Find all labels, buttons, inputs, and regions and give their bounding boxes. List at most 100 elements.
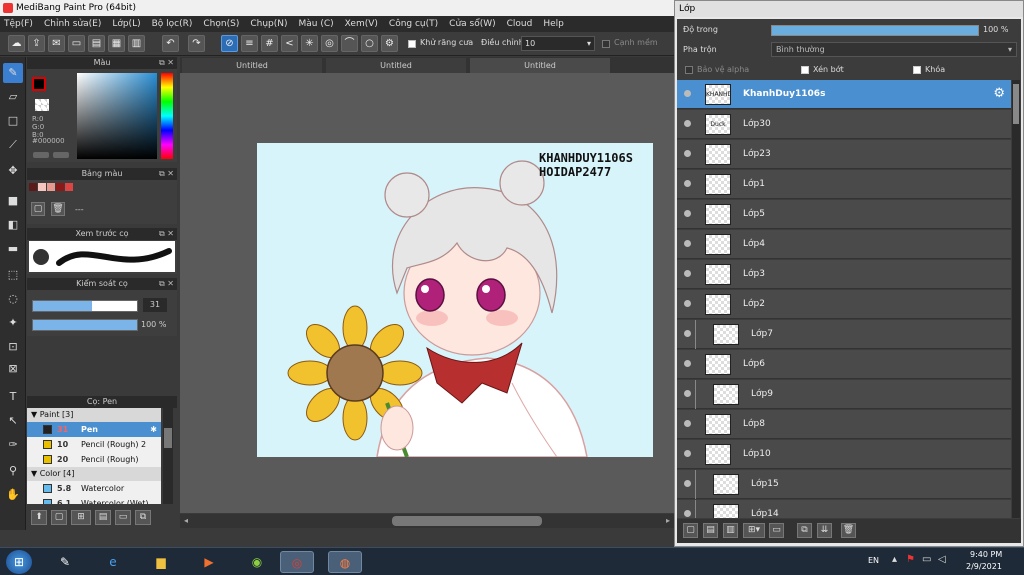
layout-icon[interactable]: ▥ xyxy=(128,35,145,52)
layer-row[interactable]: Lớp3 xyxy=(677,260,1011,289)
start-button-icon[interactable]: ⊞ xyxy=(6,550,32,574)
hue-slider[interactable] xyxy=(161,73,173,159)
operation-tool-icon[interactable]: ↖ xyxy=(3,411,23,431)
document-tab-active[interactable]: Untitled xyxy=(470,58,610,73)
layer-row[interactable]: KHANHDUY KhanhDuy1106s ⚙ xyxy=(677,80,1011,109)
undo-icon[interactable]: ↶ xyxy=(162,35,179,52)
eye-icon[interactable] xyxy=(684,270,691,277)
new-layer-icon[interactable]: ▢ xyxy=(683,523,698,538)
bucket-tool-icon[interactable]: ◧ xyxy=(3,215,23,235)
brush-list-scrollbar[interactable] xyxy=(163,408,173,504)
document-tab[interactable]: Untitled xyxy=(182,58,322,73)
vanish-snap-icon[interactable]: < xyxy=(281,35,298,52)
flag-icon[interactable]: ⚑ xyxy=(906,554,915,565)
menu-item[interactable]: Bộ lọc(R) xyxy=(152,19,193,29)
upload-icon[interactable]: ⇪ xyxy=(28,35,45,52)
brush-duplicate-icon[interactable]: ⧉ xyxy=(135,510,151,525)
pencil-app-icon[interactable]: ✎ xyxy=(48,551,82,573)
menu-item[interactable]: Tệp(F) xyxy=(4,19,33,29)
eye-icon[interactable] xyxy=(684,360,691,367)
layer-row[interactable]: Lớp15 xyxy=(677,470,1011,499)
hand-tool-icon[interactable]: ✋ xyxy=(3,485,23,505)
antialias-checkbox[interactable] xyxy=(408,40,416,48)
correction-select[interactable]: 10 ▾ xyxy=(521,36,595,51)
internet-explorer-icon[interactable]: e xyxy=(96,551,130,573)
eye-icon[interactable] xyxy=(684,390,691,397)
drawing-canvas[interactable]: KHANHDUY1106S HOIDAP2477 xyxy=(257,143,653,457)
scroll-right-icon[interactable]: ▸ xyxy=(666,516,670,525)
layer-folder-icon[interactable]: ▭ xyxy=(769,523,784,538)
brush-opacity-slider[interactable] xyxy=(32,319,138,331)
layer-row[interactable]: Lớp14 xyxy=(677,500,1011,518)
brush-tool-icon[interactable]: ✎ xyxy=(3,63,23,83)
menu-item[interactable]: Chọn(S) xyxy=(203,19,239,29)
eye-icon[interactable] xyxy=(684,420,691,427)
canvas-horizontal-scrollbar[interactable]: ◂ ▸ xyxy=(180,514,674,528)
eye-icon[interactable] xyxy=(684,180,691,187)
blend-mode-select[interactable]: Bình thường ▾ xyxy=(771,42,1017,57)
speech-icon[interactable]: ▭ xyxy=(68,35,85,52)
select-tool-icon[interactable]: ⬚ xyxy=(3,265,23,285)
layer-opacity-slider[interactable] xyxy=(771,25,979,36)
tray-arrow-icon[interactable]: ▴ xyxy=(892,554,897,565)
transparent-swatch[interactable] xyxy=(35,99,49,111)
clipping-checkbox[interactable] xyxy=(801,66,809,74)
eye-icon[interactable] xyxy=(684,510,691,517)
eye-icon[interactable] xyxy=(684,240,691,247)
add-layer-menu-icon[interactable]: ⊞▾ xyxy=(743,523,765,538)
add-brush-menu-icon[interactable]: ⊞ xyxy=(71,510,91,525)
palette-swatch[interactable] xyxy=(65,183,73,191)
menu-item[interactable]: Công cụ(T) xyxy=(389,19,438,29)
eye-icon[interactable] xyxy=(684,150,691,157)
move-tool-icon[interactable]: ✥ xyxy=(3,161,23,181)
layer-row[interactable]: Lớp8 xyxy=(677,410,1011,439)
brush-item[interactable]: 10 Pencil (Rough) 2 xyxy=(27,437,161,452)
parallel-snap-icon[interactable]: ≡ xyxy=(241,35,258,52)
menu-item[interactable]: Xem(V) xyxy=(345,19,378,29)
layer-list-scrollbar[interactable] xyxy=(1012,80,1020,518)
blur-tool-icon[interactable]: ⟋ xyxy=(3,135,23,155)
lock-checkbox[interactable] xyxy=(913,66,921,74)
file-explorer-icon[interactable]: ▆ xyxy=(144,551,178,573)
select-eraser-tool-icon[interactable]: ⊠ xyxy=(3,359,23,379)
layer-row[interactable]: Lớp5 xyxy=(677,200,1011,229)
layer-row[interactable]: Lớp23 xyxy=(677,140,1011,169)
brush-list-scroll-thumb[interactable] xyxy=(164,428,172,448)
gradient-tool-icon[interactable]: ▬ xyxy=(3,239,23,259)
circle-snap-icon[interactable]: ◎ xyxy=(321,35,338,52)
eye-icon[interactable] xyxy=(684,210,691,217)
magic-wand-tool-icon[interactable]: ✦ xyxy=(3,313,23,333)
new-halftone-layer-icon[interactable]: ▤ xyxy=(703,523,718,538)
cloud-icon[interactable]: ☁ xyxy=(8,35,25,52)
cross-snap-icon[interactable]: # xyxy=(261,35,278,52)
menu-item[interactable]: Help xyxy=(543,19,564,29)
menu-item[interactable]: Cửa sổ(W) xyxy=(449,19,495,29)
layer-row[interactable]: Duck Lớp30 xyxy=(677,110,1011,139)
brush-settings-icon[interactable]: ▤ xyxy=(95,510,111,525)
trash-icon[interactable]: 🗑 xyxy=(841,523,856,538)
soft-edge-checkbox[interactable] xyxy=(602,40,610,48)
gear-icon[interactable]: ⚙ xyxy=(381,35,398,52)
close-icon[interactable]: ⧉ ✕ xyxy=(159,168,174,180)
layer-row[interactable]: Lớp2 xyxy=(677,290,1011,319)
foreground-color-swatch[interactable] xyxy=(32,77,46,91)
fill-rect-tool-icon[interactable]: ■ xyxy=(3,191,23,211)
layer-row[interactable]: Lớp6 xyxy=(677,350,1011,379)
eyedropper-tool-icon[interactable]: ⚲ xyxy=(3,461,23,481)
brush-item[interactable]: 5.8 Watercolor xyxy=(27,481,161,496)
palette-swatch[interactable] xyxy=(38,183,46,191)
color-mode-button[interactable] xyxy=(33,152,49,158)
lasso-tool-icon[interactable]: ◌ xyxy=(3,289,23,309)
canvas-area[interactable]: KHANHDUY1106S HOIDAP2477 xyxy=(180,73,674,513)
snap-off-icon[interactable]: ⊘ xyxy=(221,35,238,52)
trash-icon[interactable]: 🗑 xyxy=(51,202,65,216)
menu-item[interactable]: Màu (C) xyxy=(299,19,334,29)
layer-row[interactable]: Lớp9 xyxy=(677,380,1011,409)
comment-icon[interactable]: ✉ xyxy=(48,35,65,52)
brush-cloud-icon[interactable]: ⬆ xyxy=(31,510,47,525)
curve-snap-icon[interactable]: ⌒ xyxy=(341,35,358,52)
radial-snap-icon[interactable]: ✳ xyxy=(301,35,318,52)
layer-row[interactable]: Lớp10 xyxy=(677,440,1011,469)
menu-item[interactable]: Chụp(N) xyxy=(250,19,287,29)
layer-row[interactable]: Lớp4 xyxy=(677,230,1011,259)
